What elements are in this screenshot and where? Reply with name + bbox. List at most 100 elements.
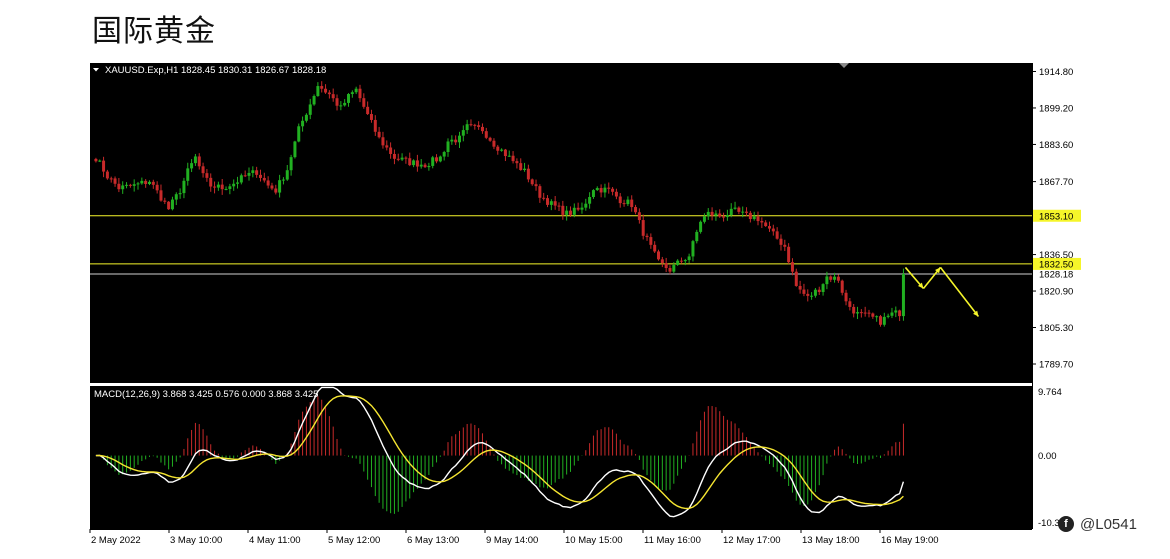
candle-body <box>285 170 289 180</box>
candle-body <box>637 212 641 221</box>
trading-chart[interactable]: 1914.801899.201883.601867.701836.501820.… <box>88 60 1083 546</box>
candle-body <box>542 197 546 199</box>
candle-body <box>262 177 266 181</box>
candle-body <box>507 155 511 157</box>
candle-body <box>293 141 297 158</box>
candle-body <box>856 312 860 314</box>
candle-body <box>201 166 205 174</box>
candle-body <box>132 184 136 186</box>
x-tick-label: 3 May 10:00 <box>170 535 222 546</box>
candle-body <box>324 88 328 93</box>
candle-body <box>377 131 381 138</box>
watermark-text: @L0541 <box>1080 515 1137 533</box>
candle-body <box>140 180 144 184</box>
candle-body <box>534 184 538 187</box>
candle-body <box>867 312 871 314</box>
candle-body <box>641 220 645 236</box>
candle-body <box>270 185 274 189</box>
candle-body <box>515 161 519 164</box>
candle-body <box>477 125 481 127</box>
candle-body <box>645 235 649 238</box>
candle-body <box>511 155 515 162</box>
candle-body <box>859 312 863 314</box>
y-tick-label: 1820.90 <box>1039 287 1073 298</box>
candle-body <box>136 183 140 185</box>
macd-y-tick-label: 9.764 <box>1038 387 1062 398</box>
candle-body <box>125 184 129 186</box>
candle-body <box>144 180 148 185</box>
candle-body <box>147 181 151 185</box>
y-tick-label: 1899.20 <box>1039 103 1073 114</box>
candle-body <box>588 197 592 204</box>
candle-body <box>251 170 255 173</box>
candle-body <box>561 205 565 215</box>
candle-body <box>167 201 171 210</box>
macd-y-tick-label: 0.00 <box>1038 451 1057 462</box>
candle-body <box>297 126 301 142</box>
candle-body <box>836 276 840 281</box>
candle-body <box>760 221 764 223</box>
x-tick-label: 2 May 2022 <box>91 535 141 546</box>
candle-body <box>404 157 408 159</box>
candle-body <box>163 200 167 202</box>
candle-body <box>523 168 527 171</box>
candle-body <box>599 188 603 193</box>
candle-body <box>266 180 270 186</box>
candle-body <box>691 241 695 257</box>
candle-body <box>603 187 607 193</box>
candle-body <box>423 164 427 168</box>
candle-body <box>419 164 423 167</box>
candle-body <box>304 114 308 121</box>
candle-body <box>878 316 882 325</box>
candle-body <box>465 124 469 131</box>
price-panel[interactable] <box>90 63 1032 383</box>
x-tick-label: 13 May 18:00 <box>802 535 860 546</box>
candle-body <box>894 310 898 313</box>
candle-body <box>350 92 354 95</box>
candle-body <box>213 186 217 188</box>
candle-body <box>480 126 484 132</box>
candle-body <box>699 221 703 232</box>
price-level-label: 1828.18 <box>1039 270 1073 281</box>
candle-body <box>362 98 366 107</box>
candle-body <box>274 188 278 193</box>
candle-body <box>392 153 396 159</box>
candle-body <box>863 312 867 314</box>
candle-body <box>634 207 638 213</box>
macd-panel[interactable] <box>90 386 1032 529</box>
candle-body <box>98 160 102 162</box>
candle-body <box>500 149 504 151</box>
candle-body <box>653 244 657 252</box>
weibo-logo-icon: f <box>1058 516 1074 532</box>
candle-body <box>488 137 492 141</box>
candle-body <box>810 295 814 297</box>
candle-body <box>258 174 262 178</box>
x-tick-label: 9 May 14:00 <box>486 535 538 546</box>
y-tick-label: 1805.30 <box>1039 323 1073 334</box>
candle-body <box>530 179 534 185</box>
candle-body <box>247 172 251 176</box>
candle-body <box>412 160 416 166</box>
candle-body <box>657 251 661 260</box>
x-tick-label: 11 May 16:00 <box>644 535 701 546</box>
candle-body <box>568 210 572 215</box>
candle-body <box>591 190 595 198</box>
candle-body <box>679 260 683 262</box>
candle-body <box>182 180 186 194</box>
candle-body <box>503 149 507 157</box>
candle-body <box>756 216 760 222</box>
candle-body <box>576 207 580 210</box>
price-header: XAUUSD.Exp,H1 1828.45 1830.31 1826.67 18… <box>105 65 326 76</box>
candle-body <box>798 285 802 290</box>
candle-body <box>220 184 224 190</box>
candle-body <box>197 156 201 167</box>
candle-body <box>151 181 155 185</box>
candle-body <box>339 105 343 107</box>
candle-body <box>729 208 733 216</box>
candle-body <box>289 157 293 171</box>
candle-body <box>435 157 439 162</box>
candle-body <box>396 158 400 160</box>
candle-body <box>676 260 680 265</box>
y-tick-label: 1789.70 <box>1039 359 1073 370</box>
candle-body <box>630 199 634 208</box>
